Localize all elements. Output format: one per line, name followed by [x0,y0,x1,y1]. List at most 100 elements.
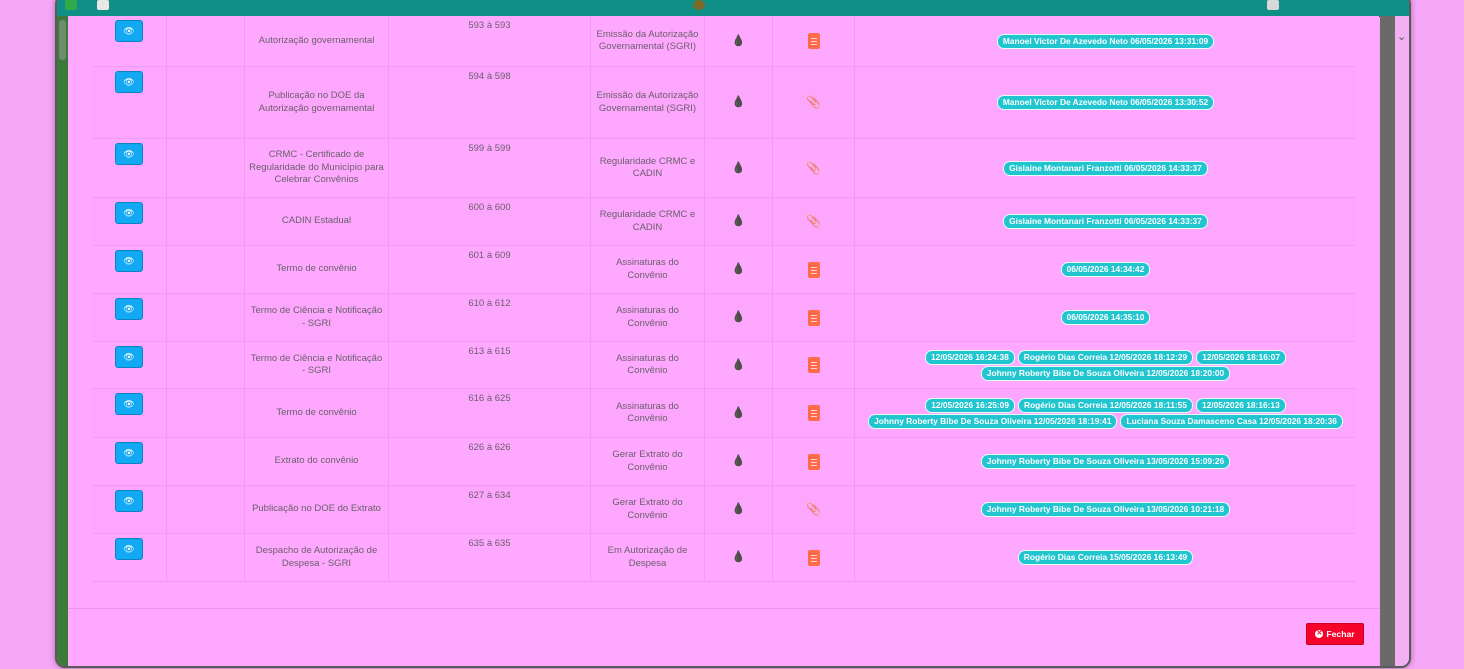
stage-name: Regularidade CRMC e CADIN [590,198,704,245]
pdf-icon[interactable] [807,309,820,326]
page-range: 599 à 599 [388,139,590,197]
drop-icon[interactable]: 💧 [732,551,746,564]
pdf-icon[interactable] [807,405,820,421]
drop-cell: 💧 [704,438,772,485]
drop-icon[interactable]: 💧 [732,162,746,175]
document-name: CADIN Estadual [244,198,388,245]
drop-icon[interactable]: 💧 [732,263,746,276]
view-cell: 👁 [92,16,166,66]
view-button[interactable]: 👁 [115,202,143,224]
signature-line: 06/05/2026 14:34:42 [1060,262,1151,277]
drop-cell: 💧 [704,16,772,66]
close-button[interactable]: ✕ Fechar [1306,623,1364,645]
view-button[interactable]: 👁 [115,538,143,560]
toolbar-grid-icon[interactable] [97,0,109,10]
view-button[interactable]: 👁 [115,250,143,272]
view-button[interactable]: 👁 [115,143,143,165]
stage-name: Assinaturas do Convênio [590,389,704,437]
signature-badge: Rogério Dias Correia 12/05/2026 18:11:55 [1018,397,1193,413]
file-cell [772,246,854,293]
empty-cell [166,486,244,533]
drop-icon[interactable]: 💧 [732,215,746,228]
signature-badge: Gislaine Montanari Franzotti 06/05/2026 … [1003,160,1208,176]
pdf-icon[interactable] [807,261,820,278]
signatures-cell: 06/05/2026 14:34:42 [854,246,1356,293]
footer-divider [68,608,1379,609]
signature-line: Manoel Victor De Azevedo Neto 06/05/2026… [996,33,1215,49]
drop-icon[interactable]: 💧 [732,96,746,109]
chevron-icon[interactable]: ⌄ [1397,30,1406,43]
drop-cell: 💧 [704,67,772,138]
empty-cell [166,198,244,245]
file-cell [772,438,854,485]
document-name: CRMC - Certificado de Regularidade do Mu… [244,139,388,197]
view-button[interactable]: 👁 [115,298,143,320]
drop-icon[interactable]: 💧 [732,359,746,372]
document-modal: 👁 Autorização governamental 593 à 593 Emiss… [68,16,1379,666]
drop-cell: 💧 [704,342,772,388]
page-range: 616 à 625 [388,389,590,437]
drop-icon[interactable]: 💧 [732,407,746,420]
file-cell: 📎 [772,486,854,533]
pdf-icon[interactable] [807,549,820,566]
signature-line: 12/05/2026 16:24:38 Rogério Dias Correia … [925,349,1286,365]
signature-badge: Gislaine Montanari Franzotti 06/05/2026 … [1003,214,1208,229]
empty-cell [166,342,244,388]
view-button[interactable]: 👁 [115,71,143,93]
toolbar-app-icon[interactable] [65,0,77,10]
drop-cell: 💧 [704,534,772,581]
eye-icon: 👁 [123,399,135,409]
empty-cell [166,139,244,197]
paperclip-icon[interactable]: 📎 [806,215,821,228]
file-cell [772,294,854,341]
file-cell: 📎 [772,67,854,138]
paperclip-icon[interactable]: 📎 [806,162,821,175]
table-row: 👁 Termo de convênio 616 à 625 Assinaturas d… [92,389,1356,438]
view-button[interactable]: 👁 [115,393,143,415]
view-button[interactable]: 👁 [115,442,143,464]
eye-icon: 👁 [123,256,135,266]
drop-cell: 💧 [704,294,772,341]
signature-badge: Rogério Dias Correia 15/05/2026 16:13:49 [1017,550,1194,565]
pdf-icon[interactable] [807,453,820,470]
toolbar-user-icon[interactable] [1267,0,1279,10]
stage-name: Em Autorização de Despesa [590,534,704,581]
signature-badge: Johnny Roberty Bibe De Souza Oliveira 12… [868,413,1118,429]
view-button[interactable]: 👁 [115,490,143,512]
page-range: 593 à 593 [388,16,590,66]
eye-icon: 👁 [123,77,135,87]
paperclip-icon[interactable]: 📎 [806,96,821,109]
paperclip-icon[interactable]: 📎 [806,503,821,516]
drop-cell: 💧 [704,389,772,437]
empty-cell [166,389,244,437]
view-button[interactable]: 👁 [115,346,143,368]
drop-icon[interactable]: 💧 [732,35,746,48]
signatures-cell: Manoel Victor De Azevedo Neto 06/05/2026… [854,16,1356,66]
view-cell: 👁 [92,389,166,437]
empty-cell [166,67,244,138]
pdf-icon[interactable] [807,33,820,49]
drop-icon[interactable]: 💧 [732,455,746,468]
stage-name: Assinaturas do Convênio [590,294,704,341]
file-cell [772,534,854,581]
right-scrollbar[interactable] [1380,16,1395,666]
eye-icon: 👁 [123,448,135,458]
signatures-cell: 12/05/2026 16:24:38 Rogério Dias Correia … [854,342,1356,388]
view-button[interactable]: 👁 [115,20,143,42]
empty-cell [166,16,244,66]
left-scrollbar[interactable] [57,16,68,666]
signature-badge: Johnny Roberty Bibe De Souza Oliveira 13… [980,502,1231,517]
stage-name: Emissão da Autorização Governamental (SG… [590,16,704,66]
drop-icon[interactable]: 💧 [732,503,746,516]
pdf-icon[interactable] [807,357,820,373]
drop-icon[interactable]: 💧 [732,311,746,324]
document-name: Termo de Ciência e Notificação - SGRI [244,294,388,341]
drop-cell: 💧 [704,246,772,293]
signatures-cell: 12/05/2026 16:25:09 Rogério Dias Correia … [854,389,1356,437]
table-row: 👁 Extrato do convênio 626 à 626 Gerar Extra… [92,438,1356,486]
document-name: Termo de convênio [244,389,388,437]
table-row: 👁 CRMC - Certificado de Regularidade do M… [92,139,1356,198]
stage-name: Gerar Extrato do Convênio [590,438,704,485]
signature-line: Johnny Roberty Bibe De Souza Oliveira 12… [868,413,1343,429]
table-row: 👁 Termo de Ciência e Notificação - SGRI 61… [92,342,1356,389]
